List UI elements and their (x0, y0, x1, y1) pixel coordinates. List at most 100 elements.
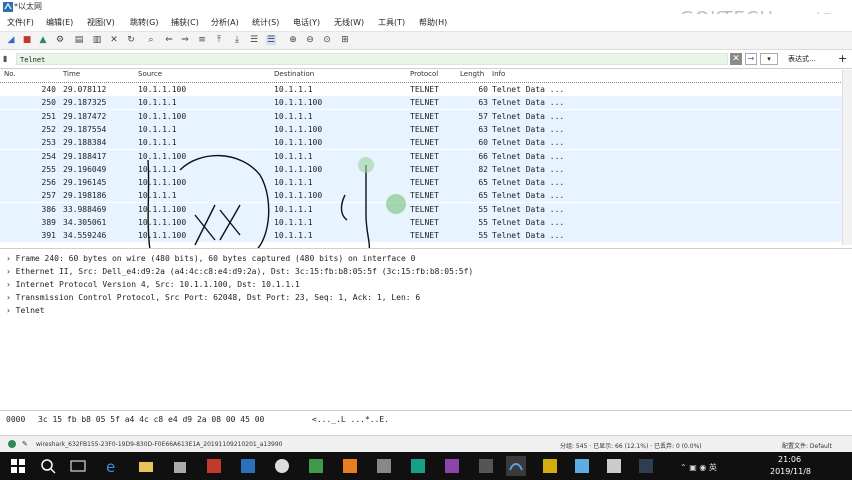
app-icon-purple[interactable] (442, 456, 462, 476)
packet-row[interactable]: 386 33.988469 10.1.1.100 10.1.1.1 TELNET 55 Te… (0, 202, 842, 216)
clock-time[interactable]: 21:06 (778, 455, 801, 464)
packet-row[interactable]: 389 34.305061 10.1.1.100 10.1.1.1 TELNET 55 Te… (0, 216, 842, 229)
save-file-icon[interactable]: ▥ (92, 35, 102, 45)
col-header-destination[interactable]: Destination (274, 70, 314, 82)
packet-row[interactable]: 252 29.187554 10.1.1.1 10.1.1.100 TELNET 63 Te… (0, 122, 842, 136)
cell-length: 55 (478, 204, 488, 214)
last-packet-icon[interactable]: ⤓ (232, 35, 242, 45)
cell-time: 29.187554 (63, 124, 107, 134)
menu-file[interactable]: 文件(F) (7, 17, 34, 28)
col-header-info[interactable]: Info (492, 70, 505, 82)
expression-button[interactable]: 表达式… (788, 54, 816, 64)
menu-view[interactable]: 视图(V) (87, 17, 115, 28)
task-view-icon[interactable] (68, 456, 88, 476)
capture-options-icon[interactable]: ⚙ (55, 35, 65, 45)
go-forward-icon[interactable]: ⇒ (180, 35, 190, 45)
app-icon-lightblue[interactable] (572, 456, 592, 476)
app-icon-dark[interactable] (476, 456, 496, 476)
detail-tree-item[interactable]: › Ethernet II, Src: Dell_e4:d9:2a (a4:4c… (6, 267, 473, 276)
restart-capture-icon[interactable]: ▲ (38, 35, 48, 45)
resize-columns-icon[interactable]: ⊞ (340, 35, 350, 45)
app-icon-circle[interactable] (272, 456, 292, 476)
clear-filter-icon[interactable]: ✕ (730, 53, 742, 65)
app-icon-orange[interactable] (340, 456, 360, 476)
tray-icons[interactable]: ⌃ ▣ ◉ 英 (680, 462, 717, 473)
apply-filter-icon[interactable]: → (745, 53, 757, 65)
expand-arrow-icon[interactable]: › (6, 293, 16, 302)
app-icon-blue[interactable] (238, 456, 258, 476)
close-file-icon[interactable]: ✕ (109, 35, 119, 45)
profile-label[interactable]: 配置文件: Default (782, 441, 832, 450)
clock-date[interactable]: 2019/11/8 (770, 467, 811, 476)
normal-size-icon[interactable]: ⊙ (322, 35, 332, 45)
detail-tree-item[interactable]: › Internet Protocol Version 4, Src: 10.1… (6, 280, 300, 289)
expert-info-icon[interactable] (8, 440, 16, 448)
packet-row[interactable]: 253 29.188384 10.1.1.1 10.1.1.100 TELNET 60 Te… (0, 136, 842, 150)
col-header-time[interactable]: Time (63, 70, 80, 82)
go-back-icon[interactable]: ⇐ (164, 35, 174, 45)
packet-row[interactable]: 257 29.198186 10.1.1.1 10.1.1.100 TELNET 65 Te… (0, 189, 842, 203)
app-icon-red[interactable] (204, 456, 224, 476)
menu-edit[interactable]: 编辑(E) (46, 17, 73, 28)
menu-go[interactable]: 跳转(G) (130, 17, 158, 28)
packet-row[interactable]: 391 34.559246 10.1.1.100 10.1.1.1 TELNET 55 Te… (0, 229, 842, 243)
add-filter-button[interactable]: + (838, 52, 847, 65)
first-packet-icon[interactable]: ⤒ (214, 35, 224, 45)
colorize-icon[interactable]: ☰ (266, 35, 276, 45)
packet-row[interactable]: 240 29.078112 10.1.1.100 10.1.1.1 TELNET 60 Te… (0, 82, 842, 97)
search-icon[interactable] (38, 456, 58, 476)
packet-row[interactable]: 251 29.187472 10.1.1.100 10.1.1.1 TELNET 57 Te… (0, 109, 842, 123)
start-capture-icon[interactable]: ◢ (6, 35, 16, 45)
menu-analyze[interactable]: 分析(A) (211, 17, 239, 28)
col-header-protocol[interactable]: Protocol (410, 70, 438, 82)
detail-tree-item[interactable]: › Frame 240: 60 bytes on wire (480 bits)… (6, 254, 415, 263)
menu-wireless[interactable]: 无线(W) (334, 17, 364, 28)
expand-arrow-icon[interactable]: › (6, 306, 16, 315)
reload-icon[interactable]: ↻ (126, 35, 136, 45)
col-header-source[interactable]: Source (138, 70, 162, 82)
menu-tools[interactable]: 工具(T) (378, 17, 405, 28)
app-icon-green[interactable] (306, 456, 326, 476)
packet-row[interactable]: 256 29.196145 10.1.1.100 10.1.1.1 TELNET 65 Te… (0, 176, 842, 190)
cell-length: 63 (478, 124, 488, 134)
app-icon-gray[interactable] (374, 456, 394, 476)
packet-row[interactable]: 255 29.196049 10.1.1.1 10.1.1.100 TELNET 82 Te… (0, 162, 842, 176)
edge-browser-icon[interactable]: e (102, 456, 122, 476)
packet-list-scrollbar[interactable] (842, 70, 852, 245)
col-header-no[interactable]: No. (4, 70, 16, 82)
detail-tree-item[interactable]: › Telnet (6, 306, 45, 315)
windows-start-icon[interactable] (8, 456, 28, 476)
packet-row[interactable]: 254 29.188417 10.1.1.100 10.1.1.1 TELNET 66 Te… (0, 149, 842, 163)
col-header-length[interactable]: Length (460, 70, 484, 82)
expand-arrow-icon[interactable]: › (6, 254, 16, 263)
bytes-hex[interactable]: 3c 15 fb b8 05 5f a4 4c c8 e4 d9 2a 08 0… (38, 415, 264, 424)
find-packet-icon[interactable]: ⌕ (146, 35, 156, 45)
menu-telephony[interactable]: 电话(Y) (293, 17, 320, 28)
file-explorer-icon[interactable] (136, 456, 156, 476)
display-filter-input[interactable]: Telnet (16, 53, 728, 65)
wireshark-taskbar-icon[interactable] (506, 456, 526, 476)
expand-arrow-icon[interactable]: › (6, 280, 16, 289)
autoscroll-icon[interactable]: ☰ (249, 35, 259, 45)
menu-help[interactable]: 帮助(H) (419, 17, 447, 28)
app-icon-teal[interactable] (408, 456, 428, 476)
zoom-in-icon[interactable]: ⊕ (288, 35, 298, 45)
bytes-ascii[interactable]: <..._.L ...*..E. (312, 415, 389, 424)
expand-arrow-icon[interactable]: › (6, 267, 16, 276)
capture-file-icon[interactable]: ✎ (22, 440, 28, 448)
packet-row[interactable]: 250 29.187325 10.1.1.1 10.1.1.100 TELNET 63 Te… (0, 96, 842, 110)
menu-capture[interactable]: 捕获(C) (171, 17, 199, 28)
menu-statistics[interactable]: 统计(S) (252, 17, 279, 28)
recent-filters-dropdown-icon[interactable]: ▾ (760, 53, 778, 65)
open-file-icon[interactable]: ▤ (74, 35, 84, 45)
stop-capture-icon[interactable]: ■ (22, 35, 32, 45)
window-title: *以太网 (14, 2, 42, 11)
zoom-out-icon[interactable]: ⊖ (305, 35, 315, 45)
app-icon-white[interactable] (604, 456, 624, 476)
app-icon-navy[interactable] (636, 456, 656, 476)
go-to-packet-icon[interactable]: ≡ (197, 35, 207, 45)
detail-tree-item[interactable]: › Transmission Control Protocol, Src Por… (6, 293, 420, 302)
store-icon[interactable] (170, 456, 190, 476)
bookmark-icon[interactable]: ▮ (3, 54, 12, 64)
app-icon-yellow[interactable] (540, 456, 560, 476)
